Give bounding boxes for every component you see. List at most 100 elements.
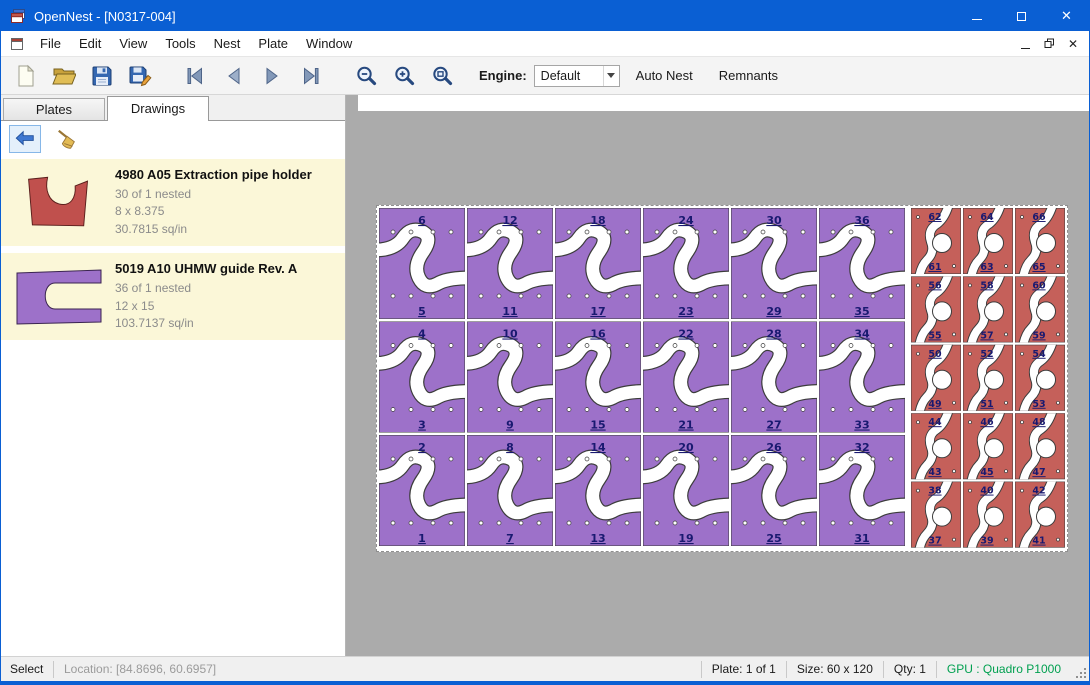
mdi-restore-button[interactable] [1041, 36, 1057, 52]
engine-value: Default [541, 69, 581, 83]
nested-pair-purple[interactable]: 3635 [815, 208, 909, 319]
document-icon[interactable] [9, 36, 25, 52]
nested-pair-purple[interactable]: 43 [377, 322, 469, 433]
engine-select[interactable]: Default [534, 65, 620, 87]
nested-pair-red[interactable]: 6463 [963, 206, 1013, 278]
nested-pair-red[interactable]: 4039 [963, 478, 1013, 551]
nested-pair-red[interactable]: 4443 [911, 409, 961, 483]
nested-pair-red[interactable]: 4241 [1015, 478, 1065, 551]
nested-pair-red[interactable]: 3837 [911, 478, 961, 551]
nested-pair-purple[interactable]: 3433 [815, 322, 909, 433]
nested-pair-purple[interactable]: 1615 [551, 322, 645, 433]
part-number: 21 [678, 419, 693, 432]
new-button[interactable] [7, 60, 45, 92]
nested-pair-purple[interactable]: 2019 [639, 435, 733, 546]
minimize-icon [972, 19, 982, 20]
nav-prev-button[interactable] [215, 60, 253, 92]
part-number: 46 [980, 417, 994, 428]
part-number: 53 [1032, 399, 1045, 410]
zoom-in-button[interactable] [385, 60, 423, 92]
minimize-button[interactable] [954, 1, 999, 31]
resize-grip[interactable] [1073, 665, 1089, 681]
menu-file[interactable]: File [31, 32, 70, 55]
part-number: 13 [590, 532, 605, 545]
nested-pair-red[interactable]: 5251 [963, 341, 1013, 415]
part-number: 32 [854, 441, 869, 454]
nested-pair-red[interactable]: 4847 [1015, 409, 1065, 483]
nested-pair-purple[interactable]: 2221 [639, 322, 733, 433]
tab-plates[interactable]: Plates [3, 98, 105, 120]
part-number: 25 [766, 532, 781, 545]
save-button[interactable] [83, 60, 121, 92]
nested-pair-purple[interactable]: 2827 [727, 322, 821, 433]
save-as-button[interactable] [121, 60, 159, 92]
drawing-nested-count: 30 of 1 nested [115, 186, 339, 203]
drawing-nested-count: 36 of 1 nested [115, 280, 339, 297]
nested-pair-red[interactable]: 5049 [911, 341, 961, 415]
menu-window[interactable]: Window [297, 32, 361, 55]
previous-plate-icon [222, 64, 246, 88]
part-number: 52 [980, 349, 993, 360]
zoom-out-button[interactable] [347, 60, 385, 92]
drawing-area: 30.7815 sq/in [115, 221, 339, 238]
nested-pair-purple[interactable]: 21 [377, 435, 469, 546]
zoom-fit-button[interactable] [423, 60, 461, 92]
title-bar: OpenNest - [N0317-004] ✕ [1, 1, 1089, 31]
part-number: 48 [1032, 417, 1046, 428]
nested-pair-red[interactable]: 6059 [1015, 272, 1065, 346]
drawing-list-item[interactable]: 4980 A05 Extraction pipe holder 30 of 1 … [1, 159, 345, 246]
part-number: 20 [678, 441, 694, 454]
engine-dropdown-arrow[interactable] [603, 66, 619, 86]
chevron-down-icon [607, 73, 615, 78]
engine-label: Engine: [479, 68, 527, 83]
plate[interactable]: 6512111817242330293635431091615222128273… [376, 205, 1068, 552]
nest-canvas[interactable]: 6512111817242330293635431091615222128273… [346, 95, 1089, 656]
part-number: 6 [418, 214, 426, 227]
part-number: 15 [590, 419, 605, 432]
menu-view[interactable]: View [110, 32, 156, 55]
nested-pair-purple[interactable]: 109 [463, 322, 557, 433]
mdi-minimize-button[interactable] [1017, 36, 1033, 52]
nested-pair-purple[interactable]: 2625 [727, 435, 821, 546]
menu-plate[interactable]: Plate [249, 32, 297, 55]
auto-nest-button[interactable]: Auto Nest [626, 64, 703, 87]
nested-pair-red[interactable]: 5857 [963, 272, 1013, 346]
remnants-button[interactable]: Remnants [709, 64, 788, 87]
part-number: 66 [1032, 212, 1046, 223]
maximize-button[interactable] [999, 1, 1044, 31]
send-to-nest-button[interactable] [9, 125, 41, 153]
nested-pair-red[interactable]: 5453 [1015, 341, 1065, 415]
part-number: 39 [980, 536, 993, 547]
mdi-close-button[interactable]: ✕ [1065, 36, 1081, 52]
nested-pair-red[interactable]: 6665 [1015, 206, 1065, 278]
nested-pair-purple[interactable]: 3029 [727, 208, 821, 319]
app-icon[interactable] [10, 8, 26, 24]
part-number: 49 [928, 399, 941, 410]
nested-pair-purple[interactable]: 3231 [815, 435, 909, 546]
menu-edit[interactable]: Edit [70, 32, 110, 55]
close-icon: ✕ [1061, 8, 1072, 24]
nested-pair-red[interactable]: 6261 [911, 206, 961, 278]
part-number: 30 [766, 214, 782, 227]
nested-pair-purple[interactable]: 87 [463, 435, 557, 546]
nav-next-button[interactable] [253, 60, 291, 92]
open-button[interactable] [45, 60, 83, 92]
nested-pair-purple[interactable]: 65 [377, 208, 469, 319]
nested-pair-red[interactable]: 5655 [911, 272, 961, 346]
drawing-list-item[interactable]: 5019 A10 UHMW guide Rev. A 36 of 1 neste… [1, 253, 345, 340]
nested-pair-purple[interactable]: 1211 [463, 208, 557, 319]
nav-last-button[interactable] [291, 60, 329, 92]
nested-pair-purple[interactable]: 1817 [551, 208, 645, 319]
nested-pair-purple[interactable]: 2423 [639, 208, 733, 319]
part-thumbnail [7, 174, 111, 232]
part-number: 42 [1032, 486, 1045, 497]
menu-nest[interactable]: Nest [205, 32, 250, 55]
menu-tools[interactable]: Tools [156, 32, 204, 55]
nested-pair-purple[interactable]: 1413 [551, 435, 645, 546]
nested-pair-red[interactable]: 4645 [963, 409, 1013, 483]
nav-first-button[interactable] [177, 60, 215, 92]
part-number: 34 [854, 328, 870, 341]
tab-drawings[interactable]: Drawings [107, 96, 209, 121]
close-button[interactable]: ✕ [1044, 1, 1089, 31]
clear-button[interactable] [51, 125, 83, 153]
